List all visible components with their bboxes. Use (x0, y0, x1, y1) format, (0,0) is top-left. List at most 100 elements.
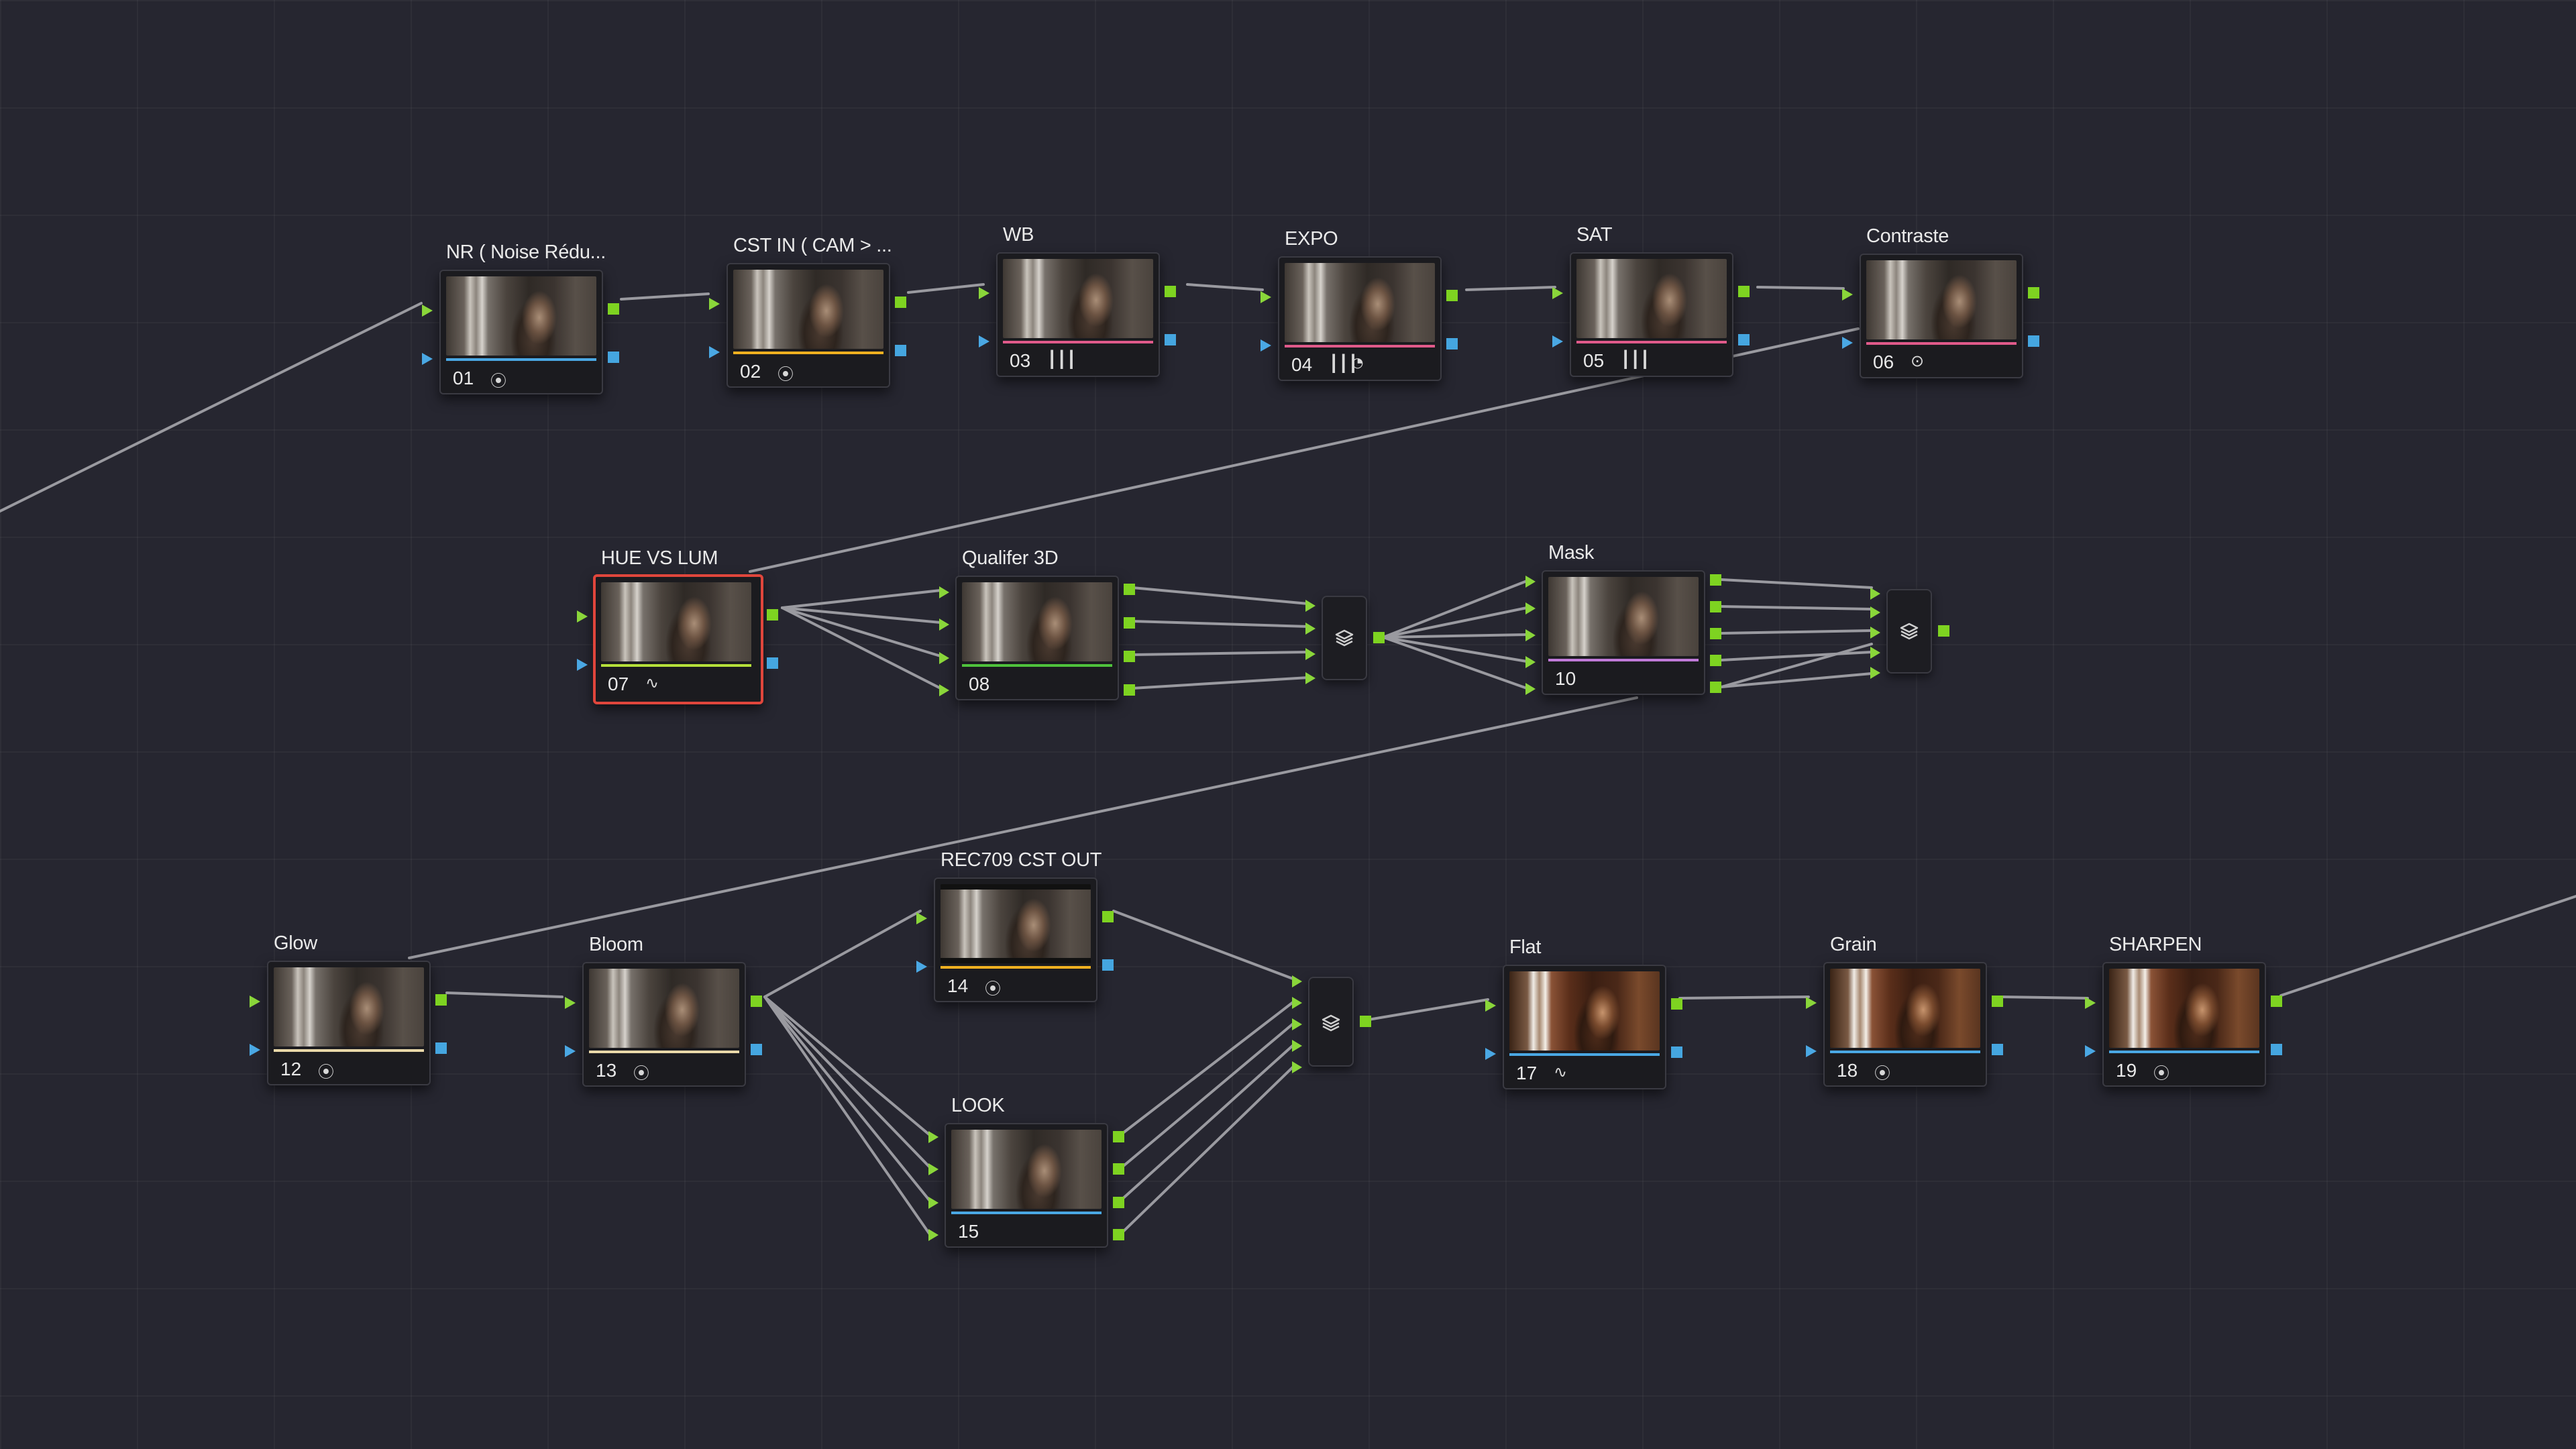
rgb-output-port[interactable] (767, 609, 778, 621)
rgb-input-port[interactable] (1870, 667, 1880, 679)
rgb-input-port[interactable] (1842, 288, 1853, 301)
node-13[interactable]: Bloom 13 ⦿ (565, 934, 762, 1087)
node-12[interactable]: Glow 12 ⦿ (250, 932, 447, 1085)
rgb-input-port[interactable] (928, 1229, 938, 1241)
alpha-input-port[interactable] (1485, 1048, 1496, 1060)
alpha-input-port[interactable] (2085, 1045, 2096, 1057)
rgb-input-port[interactable] (939, 586, 949, 598)
node-19[interactable]: SHARPEN 19 ⦿ (2085, 934, 2282, 1087)
rgb-input-port[interactable] (1806, 997, 1817, 1009)
rgb-output-port[interactable] (1113, 1197, 1124, 1208)
rgb-output-port[interactable] (1710, 574, 1721, 586)
rgb-output-port[interactable] (2028, 287, 2039, 299)
rgb-output-port[interactable] (751, 996, 762, 1007)
alpha-input-port[interactable] (1552, 335, 1563, 347)
rgb-input-port[interactable] (1305, 600, 1316, 612)
alpha-output-port[interactable] (1738, 334, 1750, 345)
alpha-input-port[interactable] (916, 961, 927, 973)
alpha-input-port[interactable] (979, 335, 989, 347)
alpha-output-port[interactable] (608, 352, 619, 363)
rgb-output-port[interactable] (1710, 655, 1721, 666)
alpha-input-port[interactable] (1260, 339, 1271, 352)
rgb-output-port[interactable] (1938, 625, 1949, 637)
rgb-output-port[interactable] (1992, 996, 2003, 1007)
layer-mixer-1[interactable] (1305, 596, 1385, 684)
rgb-output-port[interactable] (1124, 651, 1135, 662)
node-15[interactable]: LOOK 15 (928, 1095, 1124, 1248)
rgb-input-port[interactable] (1870, 627, 1880, 639)
node-01[interactable]: NR ( Noise Rédu... 01 ⦿ (422, 241, 619, 394)
alpha-input-port[interactable] (422, 353, 433, 365)
rgb-input-port[interactable] (1870, 588, 1880, 600)
node-07[interactable]: HUE VS LUM 07 ∿ (577, 547, 778, 704)
alpha-input-port[interactable] (1842, 337, 1853, 349)
rgb-input-port[interactable] (1552, 287, 1563, 299)
rgb-input-port[interactable] (1870, 606, 1880, 619)
rgb-output-port[interactable] (1113, 1163, 1124, 1175)
rgb-input-port[interactable] (939, 684, 949, 696)
node-04[interactable]: EXPO 04 ┃┃┃ ◔ (1260, 228, 1458, 381)
alpha-output-port[interactable] (751, 1044, 762, 1055)
rgb-input-port[interactable] (928, 1131, 938, 1143)
rgb-output-port[interactable] (1124, 684, 1135, 696)
node-05[interactable]: SAT 05 ┃┃┃ (1552, 224, 1750, 377)
node-graph-canvas[interactable]: NR ( Noise Rédu... 01 ⦿ CST IN ( CAM > .… (0, 0, 2576, 1449)
alpha-output-port[interactable] (2271, 1044, 2282, 1055)
rgb-output-port[interactable] (435, 994, 447, 1006)
alpha-output-port[interactable] (895, 345, 906, 356)
rgb-input-port[interactable] (577, 610, 588, 623)
alpha-output-port[interactable] (1446, 338, 1458, 350)
rgb-input-port[interactable] (939, 619, 949, 631)
alpha-output-port[interactable] (435, 1042, 447, 1054)
layer-mixer-2[interactable] (1870, 588, 1949, 679)
rgb-output-port[interactable] (1373, 632, 1385, 643)
rgb-output-port[interactable] (1113, 1229, 1124, 1240)
rgb-output-port[interactable] (1124, 584, 1135, 595)
rgb-input-port[interactable] (1292, 1040, 1302, 1052)
rgb-input-port[interactable] (928, 1197, 938, 1209)
rgb-input-port[interactable] (1525, 683, 1536, 695)
rgb-output-port[interactable] (1360, 1016, 1371, 1027)
rgb-output-port[interactable] (1102, 911, 1114, 922)
rgb-output-port[interactable] (1165, 286, 1176, 297)
rgb-output-port[interactable] (608, 303, 619, 315)
node-03[interactable]: WB 03 ┃┃┃ (979, 224, 1176, 377)
alpha-output-port[interactable] (1671, 1046, 1682, 1058)
rgb-output-port[interactable] (1710, 601, 1721, 612)
rgb-input-port[interactable] (2085, 997, 2096, 1009)
rgb-output-port[interactable] (1710, 628, 1721, 639)
alpha-input-port[interactable] (250, 1044, 260, 1056)
rgb-output-port[interactable] (2271, 996, 2282, 1007)
alpha-output-port[interactable] (1992, 1044, 2003, 1055)
alpha-output-port[interactable] (767, 657, 778, 669)
rgb-input-port[interactable] (1485, 1000, 1496, 1012)
rgb-input-port[interactable] (1525, 656, 1536, 668)
rgb-input-port[interactable] (250, 996, 260, 1008)
rgb-output-port[interactable] (1113, 1131, 1124, 1142)
rgb-output-port[interactable] (1738, 286, 1750, 297)
rgb-input-port[interactable] (1260, 291, 1271, 303)
node-14[interactable]: REC709 CST OUT 14 ⦿ (916, 849, 1114, 1002)
rgb-output-port[interactable] (895, 297, 906, 308)
rgb-input-port[interactable] (928, 1163, 938, 1175)
rgb-output-port[interactable] (1671, 998, 1682, 1010)
layer-mixer-3[interactable] (1292, 975, 1371, 1073)
rgb-input-port[interactable] (916, 912, 927, 924)
rgb-input-port[interactable] (939, 652, 949, 664)
node-06[interactable]: Contraste 06 ⊙ (1842, 225, 2039, 378)
rgb-input-port[interactable] (1292, 1018, 1302, 1030)
alpha-output-port[interactable] (2028, 335, 2039, 347)
rgb-output-port[interactable] (1710, 682, 1721, 693)
rgb-input-port[interactable] (1292, 997, 1302, 1009)
rgb-input-port[interactable] (422, 305, 433, 317)
rgb-output-port[interactable] (1446, 290, 1458, 301)
rgb-input-port[interactable] (1525, 602, 1536, 614)
rgb-output-port[interactable] (1124, 617, 1135, 629)
rgb-input-port[interactable] (1305, 672, 1316, 684)
rgb-input-port[interactable] (979, 287, 989, 299)
node-18[interactable]: Grain 18 ⦿ (1806, 934, 2003, 1087)
alpha-input-port[interactable] (709, 346, 720, 358)
alpha-output-port[interactable] (1102, 959, 1114, 971)
rgb-input-port[interactable] (709, 298, 720, 310)
rgb-input-port[interactable] (565, 997, 576, 1009)
